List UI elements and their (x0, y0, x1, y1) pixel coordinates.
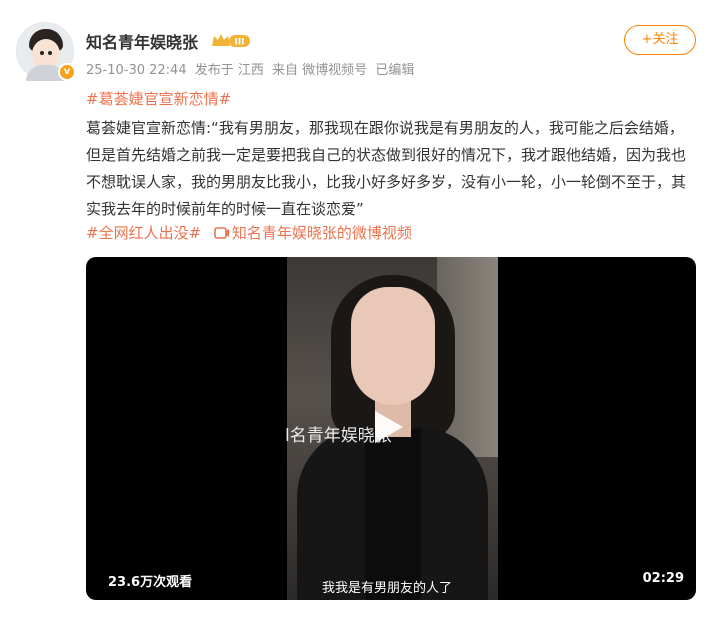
avatar[interactable]: v (16, 22, 76, 81)
level-badge: III (234, 38, 244, 48)
video-source-label: 知名青年娱晓张的微博视频 (231, 224, 412, 242)
crown-icon: III (212, 34, 250, 48)
follow-button[interactable]: +关注 (624, 25, 696, 55)
weibo-post: v 知名青年娱晓张 III 25-10-30 22:44 发布于 江西 来自 微… (0, 0, 710, 625)
video-duration: 02:29 (642, 571, 684, 586)
video-source-link[interactable]: 知名青年娱晓张的微博视频 (214, 224, 412, 242)
verified-icon: v (58, 63, 76, 81)
video-player[interactable]: l名青年娱晓张 23.6万次观看 我我是有男朋友的人了 02:29 (86, 257, 696, 600)
video-subtitle: 我我是有男朋友的人了 (322, 581, 453, 596)
view-count: 23.6万次观看 (108, 575, 193, 590)
video-watermark: l名青年娱晓张 (285, 426, 392, 446)
post-meta: 25-10-30 22:44 发布于 江西 来自 微博视频号 已编辑 (86, 59, 418, 78)
edited-label[interactable]: 已编辑 (375, 63, 414, 78)
hashtag-link[interactable]: #全网红人出没# (86, 224, 201, 242)
post-time[interactable]: 25-10-30 22:44 (86, 63, 187, 78)
post-location: 发布于 江西 (194, 63, 264, 78)
author-name[interactable]: 知名青年娱晓张 (86, 29, 198, 53)
topic-link[interactable]: #葛荟婕官宣新恋情# (86, 88, 231, 109)
video-link-icon (214, 227, 229, 239)
post-source: 来自 微博视频号 (272, 63, 368, 78)
post-tags: #全网红人出没# 知名青年娱晓张的微博视频 (86, 222, 412, 243)
post-text: 葛荟婕官宣新恋情:“我有男朋友，那我现在跟你说我是有男朋友的人，我可能之后会结婚… (86, 119, 687, 218)
